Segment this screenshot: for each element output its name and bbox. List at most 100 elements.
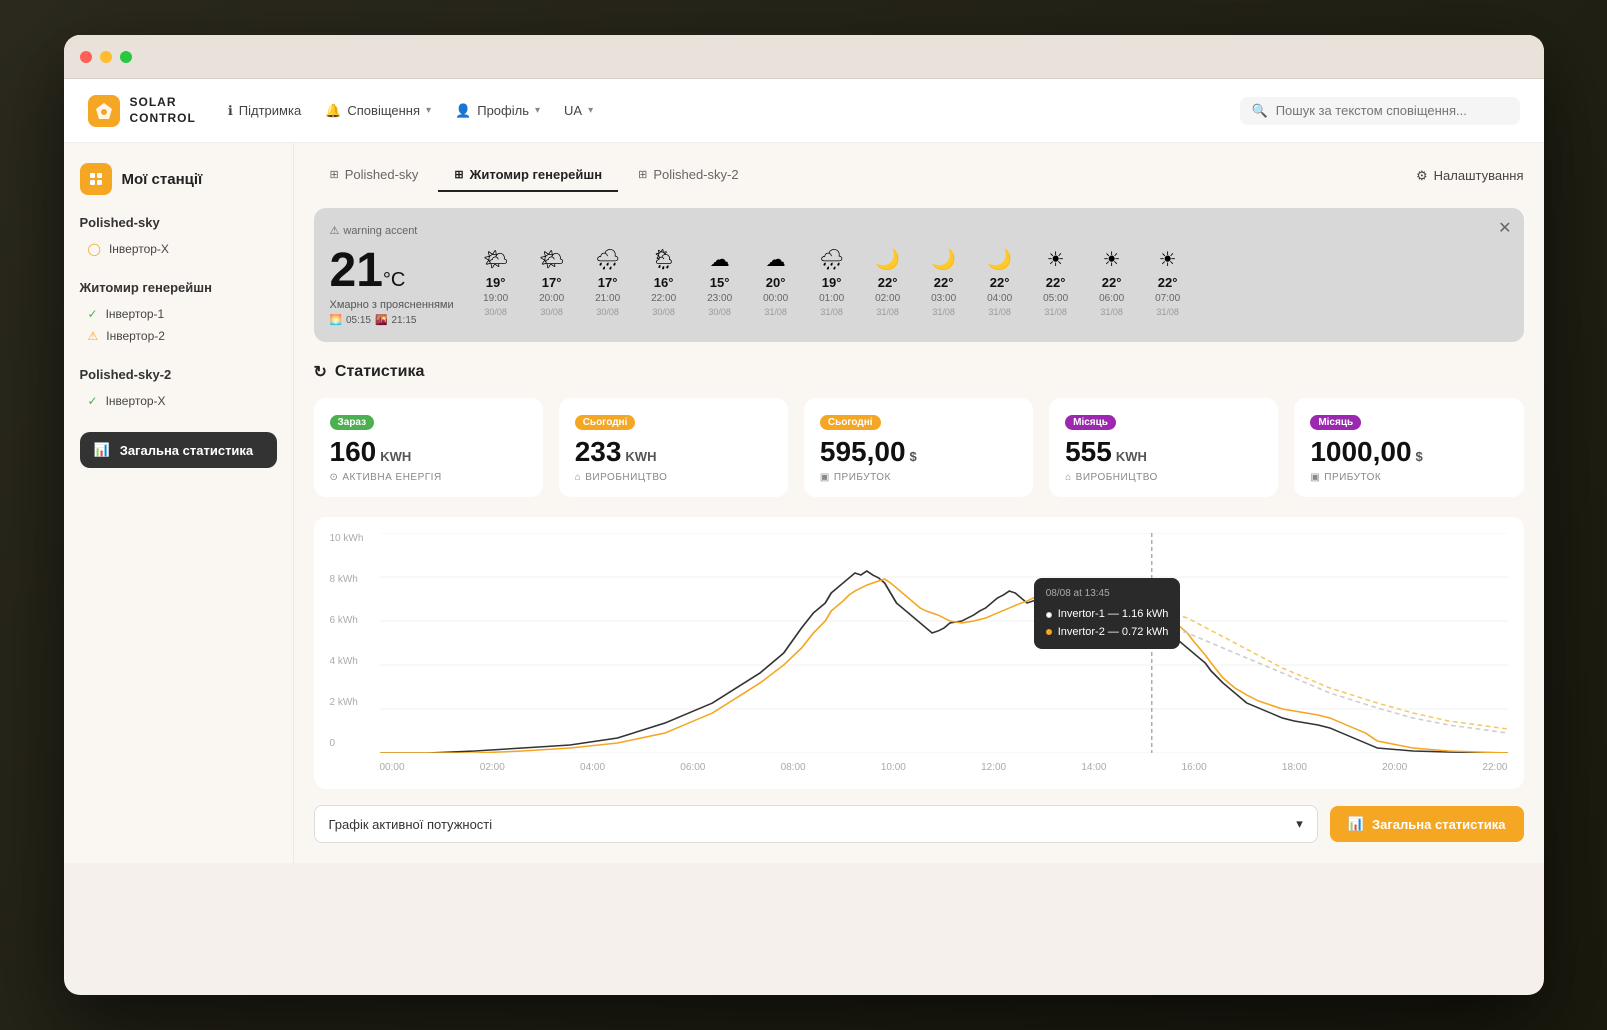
info-icon: ℹ [228,103,233,119]
tabs-row: ⊞ Polished-sky ⊞ Житомир генерейшн ⊞ Pol… [314,159,1524,192]
weather-close-button[interactable]: ✕ [1498,218,1511,238]
grid-icon: ⊞ [638,168,647,181]
close-dot[interactable] [80,51,92,63]
chart-y-label: 0 [330,738,364,749]
stat-value: 160KWH [330,438,527,466]
tab-zhytomyr[interactable]: ⊞ Житомир генерейшн [438,159,618,192]
stat-badge: Сьогодні [820,415,881,430]
weather-hour-time: 00:00 [763,293,788,304]
weather-hour: ☀ 22° 07:00 31/08 [1146,247,1190,317]
sunrise-icon: 🌅 [330,315,342,326]
stat-label: ⌂ ВИРОБНИЦТВО [575,472,772,483]
inverter-label: Інвертор-X [109,242,169,256]
stat-card: Місяць 555KWH ⌂ ВИРОБНИЦТВО [1049,398,1278,497]
chevron-down-icon: ▾ [535,105,540,116]
tab-polished-sky-2[interactable]: ⊞ Polished-sky-2 [622,159,754,192]
weather-hour-temp: 19° [486,275,506,290]
stat-card: Місяць 1000,00$ ▣ ПРИБУТОК [1294,398,1523,497]
logo: SOLAR CONTROL [88,95,196,127]
weather-hour-time: 05:00 [1043,293,1068,304]
weather-hour-time: 21:00 [595,293,620,304]
chart-x-label: 04:00 [580,762,605,773]
minimize-dot[interactable] [100,51,112,63]
stat-badge: Сьогодні [575,415,636,430]
weather-hour-icon: 🌙 [987,247,1012,272]
nav-profile[interactable]: 👤 Профіль ▾ [455,103,540,119]
inverter-item[interactable]: ◯ Інвертор-X [80,238,277,260]
maximize-dot[interactable] [120,51,132,63]
chart-x-label: 18:00 [1282,762,1307,773]
search-input[interactable] [1276,103,1508,118]
weather-hour-date: 30/08 [484,307,507,317]
weather-hour-date: 30/08 [708,307,731,317]
bottom-bar: Графік активної потужності ▾ 📊 Загальна … [314,805,1524,847]
sidebar: Мої станції Polished-sky ◯ Інвертор-X Жи… [64,143,294,863]
inverter-item[interactable]: ⚠ Інвертор-2 [80,325,277,347]
weather-card: ⚠ warning accent ✕ 21°C Хмарно з проясне… [314,208,1524,342]
stats-cards: Зараз 160KWH ⊙ АКТИВНА ЕНЕРГІЯ Сьогодні … [314,398,1524,497]
weather-times: 🌅 05:15 🌇 21:15 [330,315,454,326]
inverter-item[interactable]: ✓ Інвертор-1 [80,303,277,325]
weather-hour-time: 01:00 [819,293,844,304]
chart-bar-icon: 📊 [1348,816,1364,832]
weather-hour-time: 20:00 [539,293,564,304]
chart-x-label: 00:00 [380,762,405,773]
nav-notifications[interactable]: 🔔 Сповіщення ▾ [325,103,431,119]
weather-hour-time: 06:00 [1099,293,1124,304]
station-group-polished-sky: Polished-sky ◯ Інвертор-X [80,215,277,260]
chart-x-label: 12:00 [981,762,1006,773]
stats-button[interactable]: 📊 Загальна статистика [1330,806,1524,842]
chart-x-label: 22:00 [1482,762,1507,773]
station-name: Polished-sky [80,215,277,230]
weather-hour-date: 31/08 [1100,307,1123,317]
stat-badge: Місяць [1065,415,1116,430]
weather-hour-temp: 17° [598,275,618,290]
temp-value: 21 [330,244,383,297]
station-name: Житомир генерейшн [80,280,277,295]
weather-main: 21°C Хмарно з проясненнями 🌅 05:15 🌇 21:… [330,247,1508,326]
bell-icon: 🔔 [325,103,341,119]
tab-polished-sky[interactable]: ⊞ Polished-sky [314,159,435,192]
inverter-item[interactable]: ✓ Інвертор-X [80,390,277,412]
chart-x-label: 20:00 [1382,762,1407,773]
stat-label-icon: ⌂ [1065,472,1072,483]
logo-text: SOLAR CONTROL [130,95,196,126]
weather-hours: 🌤 19° 19:00 30/08 🌤 17° 20:00 30/08 🌧 17… [474,247,1508,317]
search-box[interactable]: 🔍 [1240,97,1520,125]
inverter-label: Інвертор-2 [106,329,165,343]
chart-x-labels: 00:0002:0004:0006:0008:0010:0012:0014:00… [380,762,1508,773]
sidebar-stats-button[interactable]: 📊 Загальна статистика [80,432,277,468]
weather-hour-time: 03:00 [931,293,956,304]
weather-hour-temp: 22° [934,275,954,290]
alert-icon: ⚠ [330,224,340,237]
chevron-down-icon: ▾ [426,105,431,116]
weather-hour-icon: 🌧 [595,247,620,272]
weather-description: Хмарно з проясненнями [330,299,454,311]
stat-label-icon: ⌂ [575,472,582,483]
weather-hour-time: 02:00 [875,293,900,304]
weather-hour-temp: 22° [990,275,1010,290]
weather-hour-icon: 🌤 [483,247,508,272]
settings-button[interactable]: ⚙ Налаштування [1416,168,1524,184]
weather-hour: 🌙 22° 02:00 31/08 [866,247,910,317]
nav-language[interactable]: UA ▾ [564,103,593,118]
weather-hour: 🌙 22° 04:00 31/08 [978,247,1022,317]
stat-label: ⌂ ВИРОБНИЦТВО [1065,472,1262,483]
chart-area: 08/08 at 13:45 Invertor-1 — 1.16 kWh Inv… [380,533,1508,758]
weather-hour-icon: 🌤 [539,247,564,272]
weather-hour-temp: 17° [542,275,562,290]
warning-icon: ◯ [88,242,101,256]
chart-select[interactable]: Графік активної потужності ▾ [314,805,1318,843]
header-nav: ℹ Підтримка 🔔 Сповіщення ▾ 👤 Профіль ▾ U… [228,97,1520,125]
sunrise-time: 05:15 [346,315,371,326]
weather-hour-temp: 22° [1158,275,1178,290]
stat-value: 595,00$ [820,438,1017,466]
tab-label: Polished-sky [345,167,419,182]
gear-icon: ⚙ [1416,168,1428,184]
weather-hour-icon: ☁ [766,247,786,272]
weather-hour-date: 31/08 [876,307,899,317]
nav-support[interactable]: ℹ Підтримка [228,103,301,119]
weather-hour-icon: 🌙 [931,247,956,272]
stat-badge: Місяць [1310,415,1361,430]
weather-hour: ☀ 22° 06:00 31/08 [1090,247,1134,317]
